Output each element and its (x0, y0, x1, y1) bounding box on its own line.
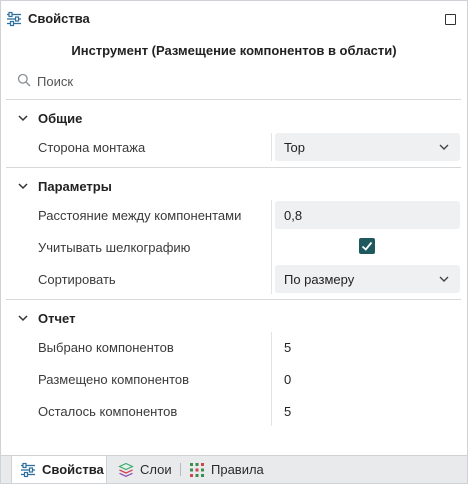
remaining-count-value: 5 (284, 404, 292, 419)
chevron-down-icon (439, 276, 449, 282)
divider (6, 299, 461, 300)
column-separator (271, 200, 272, 294)
dropdown-value: По размеру (284, 272, 355, 287)
section-title: Общие (38, 110, 83, 126)
divider (6, 167, 461, 168)
search-box (15, 71, 455, 91)
section-title: Параметры (38, 178, 112, 194)
tool-title: Инструмент (Размещение компонентов в обл… (71, 43, 397, 58)
chevron-down-icon (18, 183, 28, 190)
placed-count-value: 0 (284, 372, 292, 387)
spacing-label: Расстояние между компонентами (38, 208, 242, 223)
tab-separator (180, 463, 181, 476)
chevron-down-icon (18, 115, 28, 122)
dropdown-value: Top (284, 140, 305, 155)
section-header-report[interactable]: Отчет (17, 308, 75, 328)
maximize-button[interactable] (445, 14, 456, 25)
divider (6, 99, 461, 100)
chevron-down-icon (439, 144, 449, 150)
tab-label: Правила (211, 462, 264, 477)
tab-layers[interactable]: Слои (118, 456, 178, 483)
tab-label: Слои (140, 462, 172, 477)
tab-label: Свойства (42, 462, 104, 477)
rules-grid-icon (190, 462, 204, 477)
checkmark-icon (361, 241, 373, 251)
selected-count-value: 5 (284, 340, 292, 355)
column-separator (271, 133, 272, 161)
selected-count-label: Выбрано компонентов (38, 340, 174, 355)
search-icon (17, 73, 31, 87)
mount-side-label: Сторона монтажа (38, 140, 146, 155)
tab-rules[interactable]: Правила (189, 456, 269, 483)
properties-panel: Свойства Инструмент (Размещение компонен… (0, 0, 468, 484)
silkscreen-checkbox[interactable] (359, 238, 375, 254)
sliders-icon (7, 11, 21, 27)
bottom-tab-bar: Свойства Слои Правила (1, 455, 467, 483)
silkscreen-label: Учитывать шелкографию (38, 240, 191, 255)
search-input[interactable] (37, 71, 437, 91)
layers-icon (118, 462, 134, 477)
placed-count-label: Размещено компонентов (38, 372, 190, 387)
spacing-field[interactable]: 0,8 (275, 201, 460, 229)
remaining-count-label: Осталось компонентов (38, 404, 178, 419)
section-header-parameters[interactable]: Параметры (17, 176, 112, 196)
spacing-value: 0,8 (284, 208, 303, 223)
panel-titlebar: Свойства (1, 1, 467, 37)
panel-title: Свойства (28, 11, 90, 26)
tab-properties[interactable]: Свойства (11, 456, 107, 483)
chevron-down-icon (18, 315, 28, 322)
column-separator (271, 332, 272, 426)
section-title: Отчет (38, 310, 76, 326)
section-header-general[interactable]: Общие (17, 108, 82, 128)
sort-label: Сортировать (38, 272, 116, 287)
sliders-icon (21, 462, 35, 477)
sort-dropdown[interactable]: По размеру (275, 265, 460, 293)
mount-side-dropdown[interactable]: Top (275, 133, 460, 161)
